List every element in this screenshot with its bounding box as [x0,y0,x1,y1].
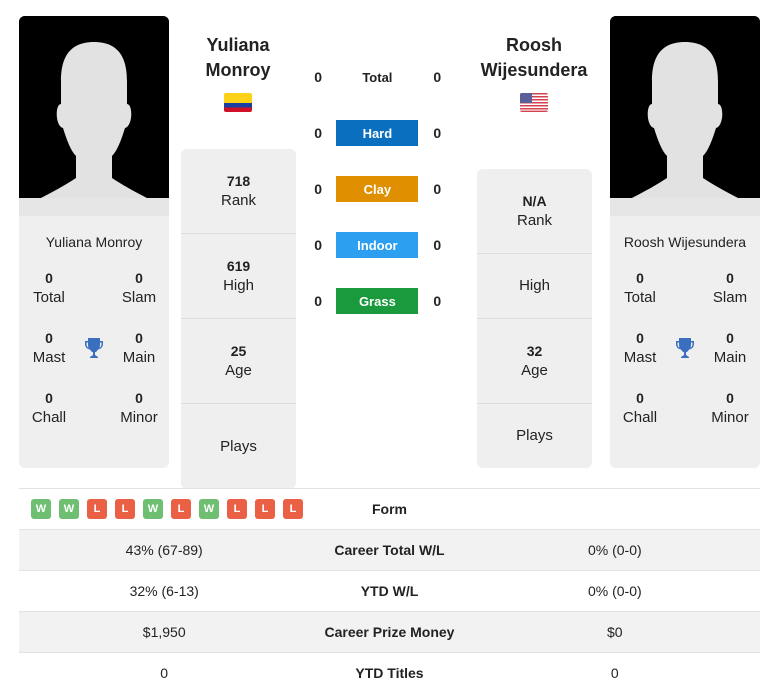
player2-name[interactable]: Roosh Wijesundera [610,216,760,262]
table-row: 0 YTD Titles 0 [19,652,760,694]
player2-minor-titles: 0 Minor [711,390,749,426]
surface-row-grass: 0 Grass 0 [300,288,466,314]
player2-photo [610,16,760,216]
row-label: YTD W/L [309,570,470,612]
player2-title[interactable]: Roosh Wijesundera [469,33,599,83]
form-badge-loss[interactable]: L [171,499,191,519]
surface-badge-hard[interactable]: Hard [336,120,419,146]
player1-plays: Plays [220,437,257,455]
surface-badge-clay[interactable]: Clay [336,176,419,202]
form-badge-win[interactable]: W [199,499,219,519]
player2-value: $0 [469,611,760,653]
form-label: Form [309,488,470,530]
comparison-table: WWLLWLWLLL Form 43% (67-89) Career Total… [19,488,760,694]
surface-row-indoor: 0 Indoor 0 [300,232,466,258]
trophy-icon [670,328,700,368]
player2-plays: Plays [516,427,553,444]
form-badge-win[interactable]: W [143,499,163,519]
player2-age: 32 Age [477,319,592,404]
player2-value: 0 [469,652,760,694]
form-badge-loss[interactable]: L [283,499,303,519]
row-label: Career Total W/L [309,529,470,571]
player1-value: 32% (6-13) [19,570,310,612]
trophy-icon [79,328,109,368]
player2-main-titles: 0 Main [713,330,747,366]
surface-badge-grass[interactable]: Grass [336,288,419,314]
avatar-silhouette-icon [610,16,760,216]
player2-value: 0% (0-0) [469,570,760,612]
form-badge-loss[interactable]: L [255,499,275,519]
table-row: 43% (67-89) Career Total W/L 0% (0-0) [19,529,760,571]
surface-row-hard: 0 Hard 0 [300,120,466,146]
surface-badge-indoor[interactable]: Indoor [336,232,419,258]
player2-slam-titles: 0 Slam [712,270,748,306]
player1-chall-titles: 0 Chall [31,390,67,426]
form-badges: WWLLWLWLLL [19,499,309,519]
table-row: 32% (6-13) YTD W/L 0% (0-0) [19,570,760,612]
player1-value: 0 [19,652,310,694]
player1-main-titles: 0 Main [122,330,156,366]
form-row: WWLLWLWLLL Form [19,488,760,530]
surface-row-clay: 0 Clay 0 [300,176,466,202]
row-label: YTD Titles [309,652,470,694]
table-row: $1,950 Career Prize Money $0 [19,611,760,653]
player1-high: 619 High [181,234,296,319]
player1-value: $1,950 [19,611,310,653]
surface-row-total: 0 Total 0 [314,69,442,85]
player1-slam-titles: 0 Slam [121,270,157,306]
player2-total-titles: 0 Total [624,270,656,306]
row-label: Career Prize Money [309,611,470,653]
form-badge-win[interactable]: W [31,499,51,519]
player1-rank: 718 Rank [181,149,296,234]
player1-header: Yuliana Monroy [173,33,303,112]
player2-high: High [477,254,592,319]
player2-titles-card: Roosh Wijesundera 0 Total 0 Slam 0 Mast 0 Ma… [610,216,760,468]
player1-photo [19,16,169,216]
player2-rank: N/A Rank [477,169,592,254]
form-badge-win[interactable]: W [59,499,79,519]
form-badge-loss[interactable]: L [115,499,135,519]
player2-chall-titles: 0 Chall [622,390,658,426]
player1-minor-titles: 0 Minor [120,390,158,426]
player2-stats: N/A Rank High 32 Age Plays [477,169,592,468]
player1-value: 43% (67-89) [19,529,310,571]
player2-header: Roosh Wijesundera [469,33,599,112]
form-badge-loss[interactable]: L [227,499,247,519]
colombia-flag-icon [224,93,252,112]
player1-total-titles: 0 Total [33,270,65,306]
form-badge-loss[interactable]: L [87,499,107,519]
avatar-silhouette-icon [19,16,169,216]
player1-mast-titles: 0 Mast [32,330,66,366]
player1-titles-card: Yuliana Monroy 0 Total 0 Slam 0 Mast 0 Main … [19,216,169,468]
player2-mast-titles: 0 Mast [623,330,657,366]
usa-flag-icon [520,93,548,112]
player1-title[interactable]: Yuliana Monroy [173,33,303,83]
player1-stats: 718 Rank 619 High 25 Age Plays [181,149,296,489]
player1-name[interactable]: Yuliana Monroy [19,216,169,262]
player2-value: 0% (0-0) [469,529,760,571]
player1-age: 25 Age [181,319,296,404]
